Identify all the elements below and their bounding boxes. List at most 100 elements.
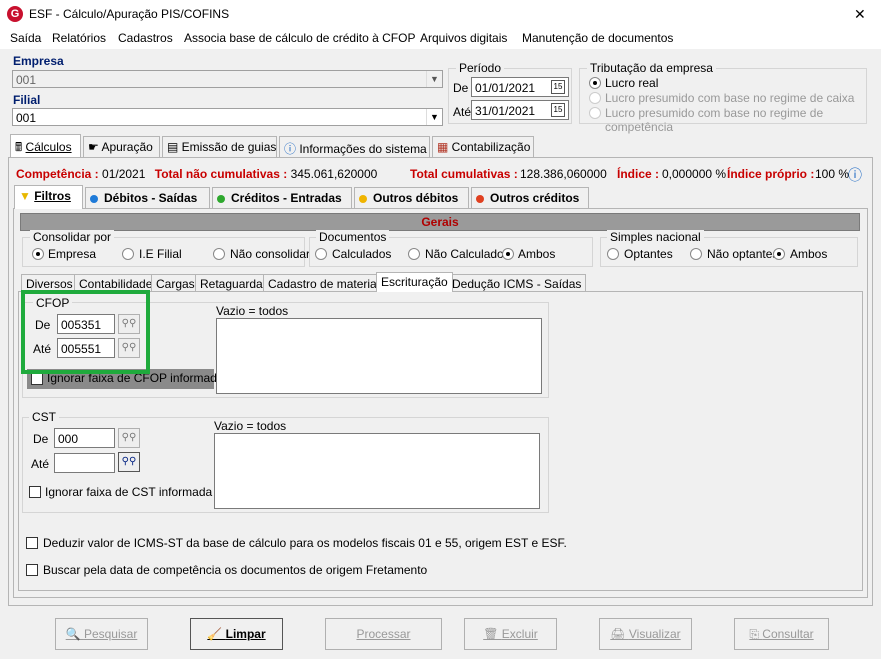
calendar-icon[interactable]: 15: [551, 103, 565, 117]
tnc-value: 345.061,620000: [290, 167, 378, 181]
subtab-filtros-label: Filtros: [34, 189, 71, 203]
tab-contabilidade-label: Contabilidade: [79, 277, 153, 291]
consolidar-option-1: I.E Filial: [139, 247, 182, 261]
simples-option-0: Optantes: [624, 247, 673, 261]
menu-bar: Saída Relatórios Cadastros Associa base …: [0, 29, 881, 49]
periodo-label: Período: [456, 61, 505, 75]
radio-doc-ambos[interactable]: [502, 248, 514, 260]
menu-arquivos-digitais[interactable]: Arquivos digitais: [420, 31, 507, 45]
tributacao-label: Tributação da empresa: [587, 61, 716, 75]
gerais-header: Gerais: [20, 213, 860, 231]
pesquisar-button: 🔍 Pesquisar: [55, 618, 148, 650]
indice-proprio-label: Índice próprio :: [727, 167, 815, 181]
deduzir-checkbox[interactable]: [26, 537, 38, 549]
tab-emissao-label: Emissão de guias: [181, 140, 277, 154]
subtab-outros-creditos[interactable]: Outros créditos: [471, 187, 589, 209]
subtab-filtros[interactable]: ▼ Filtros: [14, 185, 83, 209]
tab-escrituracao[interactable]: Escrituração: [376, 272, 453, 292]
radio-consolidar-empresa[interactable]: [32, 248, 44, 260]
subtab-creditos[interactable]: Créditos - Entradas: [212, 187, 352, 209]
cst-ignorar-label: Ignorar faixa de CST informada: [45, 485, 213, 499]
processar-label: Processar: [356, 627, 411, 641]
tnc-label: Total não cumulativas :: [154, 167, 288, 181]
menu-manutencao[interactable]: Manutenção de documentos: [522, 31, 673, 45]
document-icon: ▤: [167, 140, 182, 154]
tab-deducao-label: Dedução ICMS - Saídas: [452, 277, 582, 291]
deduzir-label: Deduzir valor de ICMS-ST da base de cálc…: [43, 536, 567, 550]
tab-cadastro-label: Cadastro de materiais: [268, 277, 386, 291]
documentos-option-0: Calculados: [332, 247, 392, 261]
radio-consolidar-nao[interactable]: [213, 248, 225, 260]
subtab-debitos[interactable]: Débitos - Saídas: [85, 187, 210, 209]
radio-simples-optantes[interactable]: [607, 248, 619, 260]
gerais-title: Gerais: [421, 215, 459, 229]
subtab-outros-debitos[interactable]: Outros débitos: [354, 187, 469, 209]
cst-de-input[interactable]: 000: [54, 428, 115, 448]
visualizar-button: 🖨 Visualizar: [599, 618, 692, 650]
consultar-label: Consultar: [762, 627, 814, 641]
tc-label: Total cumulativas :: [410, 167, 518, 181]
simples-option-2: Ambos: [790, 247, 828, 261]
limpar-label: Limpar: [225, 627, 266, 641]
tab-diversos-label: Diversos: [26, 277, 73, 291]
indice-label: Índice :: [617, 167, 660, 181]
filial-combo[interactable]: 001 ▼: [12, 108, 443, 126]
excluir-label: Excluir: [501, 627, 538, 641]
tab-cargas[interactable]: Cargas: [151, 274, 200, 292]
radio-lucro-presumido-caixa: [589, 92, 601, 104]
radio-simples-nao-optantes[interactable]: [690, 248, 702, 260]
binoculars-icon[interactable]: ⚲⚲: [118, 428, 140, 448]
radio-lucro-presumido-competencia: [589, 107, 601, 119]
tab-contabilizacao[interactable]: ▦ Contabilização: [432, 136, 534, 157]
empresa-value: 001: [16, 73, 37, 87]
tc-value: 128.386,060000: [520, 167, 607, 181]
indice-value: 0,000000 %: [662, 167, 727, 181]
radio-doc-calculados[interactable]: [315, 248, 327, 260]
subtab-outros-creditos-label: Outros créditos: [490, 191, 580, 205]
tab-retaguarda[interactable]: Retaguarda: [195, 274, 268, 292]
blue-dot-icon: [90, 194, 98, 203]
close-icon[interactable]: ✕: [854, 6, 866, 23]
cfop-list[interactable]: [216, 318, 542, 394]
app-logo-icon: G: [7, 6, 23, 22]
radio-consolidar-ie-filial[interactable]: [122, 248, 134, 260]
menu-associa-base[interactable]: Associa base de cálculo de crédito à CFO…: [184, 31, 415, 45]
chevron-down-icon[interactable]: ▼: [426, 109, 442, 125]
red-dot-icon: [476, 194, 484, 203]
calendar-icon: ▦: [437, 140, 452, 154]
tab-cargas-label: Cargas: [156, 277, 195, 291]
radio-doc-nao-calculados[interactable]: [408, 248, 420, 260]
cst-ate-input[interactable]: [54, 453, 115, 473]
excluir-button: 🗑 Excluir: [464, 618, 557, 650]
cfop-ignorar-checkbox[interactable]: [31, 373, 43, 385]
documentos-option-2: Ambos: [518, 247, 556, 261]
radio-lucro-real[interactable]: [589, 77, 601, 89]
tab-emissao-guias[interactable]: ▤ Emissão de guias: [162, 136, 277, 157]
limpar-button[interactable]: 🧹 Limpar: [190, 618, 283, 650]
tab-calculos[interactable]: 🖩 Cálculos: [10, 134, 81, 157]
info-icon[interactable]: ⓘ: [848, 165, 862, 185]
binoculars-icon[interactable]: ⚲⚲: [118, 452, 140, 472]
tab-apuracao[interactable]: ☛ Apuração: [83, 136, 160, 157]
cst-ate-label: Até: [31, 457, 50, 471]
consultar-button: ⎘ Consultar: [734, 618, 829, 650]
menu-cadastros[interactable]: Cadastros: [118, 31, 173, 45]
tab-informacoes[interactable]: ⓘ Informações do sistema: [279, 136, 430, 157]
documentos-label: Documentos: [316, 230, 390, 244]
cst-de-label: De: [33, 432, 49, 446]
menu-relatorios[interactable]: Relatórios: [52, 31, 106, 45]
menu-saida[interactable]: Saída: [10, 31, 41, 45]
title-bar: G ESF - Cálculo/Apuração PIS/COFINS ✕: [0, 0, 881, 29]
cst-ignorar-checkbox[interactable]: [29, 486, 41, 498]
cfop-highlight: [21, 290, 150, 374]
calendar-icon[interactable]: 15: [551, 80, 565, 94]
tab-cadastro-materiais[interactable]: Cadastro de materiais: [263, 274, 391, 292]
radio-simples-ambos[interactable]: [773, 248, 785, 260]
filial-label: Filial: [13, 93, 41, 107]
tributacao-option-1: Lucro presumido com base no regime de ca…: [605, 91, 855, 105]
search-icon: 🔍: [65, 627, 84, 641]
buscar-checkbox[interactable]: [26, 564, 38, 576]
cst-list[interactable]: [214, 433, 540, 509]
tab-deducao-icms[interactable]: Dedução ICMS - Saídas: [447, 274, 587, 292]
filial-value: 001: [16, 111, 37, 125]
